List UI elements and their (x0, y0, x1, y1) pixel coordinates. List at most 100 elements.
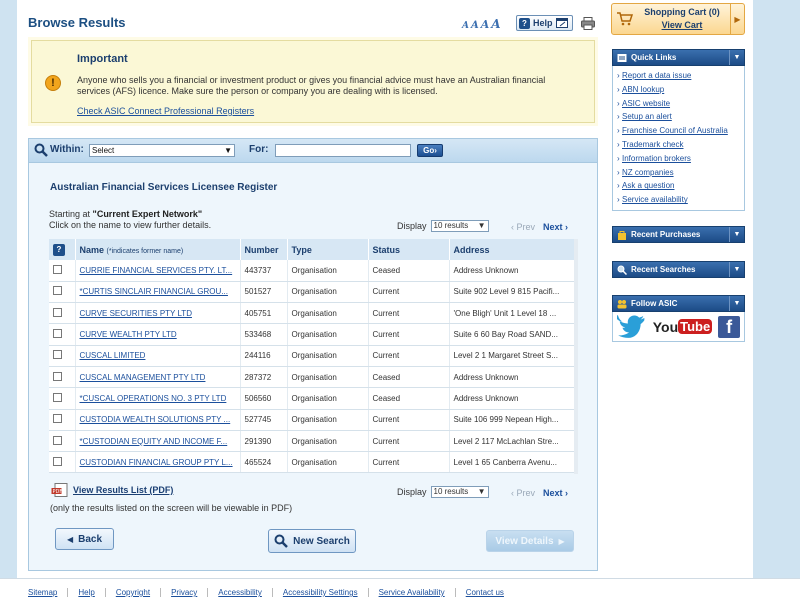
twitter-icon[interactable] (617, 314, 647, 339)
footer-link[interactable]: Accessibility (207, 588, 272, 597)
text-size-small[interactable]: A (462, 21, 469, 31)
recent-purchases-header[interactable]: Recent Purchases ▼ (612, 226, 745, 243)
licensee-name-link[interactable]: CUSCAL LIMITED (80, 351, 146, 360)
next-link[interactable]: Next › (543, 488, 568, 498)
column-type[interactable]: Type (287, 239, 369, 260)
row-checkbox[interactable] (53, 456, 62, 466)
view-details-button[interactable]: View Details ▶ (486, 530, 574, 552)
quick-link-item[interactable]: Setup an alert (617, 110, 740, 124)
quick-links-list: Report a data issueABN lookupASIC websit… (612, 66, 745, 211)
table-row[interactable]: CUSTODIAN FINANCIAL GROUP PTY L... 465524… (49, 451, 575, 474)
footer: Sitemap Help Copyright Privacy Accessibility… (0, 578, 800, 599)
table-row[interactable]: *CUSCAL OPERATIONS NO. 3 PTY LTD 506560 Or… (49, 387, 575, 410)
view-results-pdf-link[interactable]: View Results List (PDF) (73, 485, 173, 495)
quick-link-item[interactable]: Information brokers (617, 152, 740, 166)
footer-link[interactable]: Sitemap (28, 588, 67, 597)
row-checkbox[interactable] (53, 414, 62, 424)
search-input[interactable] (275, 144, 411, 157)
footer-link[interactable]: Privacy (160, 588, 207, 597)
recent-searches-header[interactable]: Recent Searches ▼ (612, 261, 745, 278)
print-icon[interactable] (581, 17, 595, 30)
licensee-name-link[interactable]: *CUSCAL OPERATIONS NO. 3 PTY LTD (80, 394, 227, 403)
licensee-name-link[interactable]: CURVE WEALTH PTY LTD (80, 330, 177, 339)
table-row[interactable]: *CURTIS SINCLAIR FINANCIAL GROU... 501527… (49, 281, 575, 304)
licensee-name-link[interactable]: CURRIE FINANCIAL SERVICES PTY. LT... (80, 266, 233, 275)
quick-link-item[interactable]: Report a data issue (617, 69, 740, 83)
row-checkbox[interactable] (53, 264, 62, 274)
table-row[interactable]: CURVE WEALTH PTY LTD 533468 Organisation Cu… (49, 323, 575, 346)
row-checkbox[interactable] (53, 435, 62, 445)
follow-asic-header[interactable]: Follow ASIC ▼ (612, 295, 745, 312)
facebook-icon[interactable]: f (718, 315, 740, 338)
footer-link[interactable]: Contact us (454, 588, 514, 597)
licensee-name-link[interactable]: *CURTIS SINCLAIR FINANCIAL GROU... (80, 287, 228, 296)
quick-link-item[interactable]: NZ companies (617, 166, 740, 180)
footer-link[interactable]: Service Availability (367, 588, 455, 597)
go-button[interactable]: Go › (417, 144, 443, 157)
display-select-bottom[interactable]: 10 results ▼ (430, 486, 489, 498)
text-size-large[interactable]: A (481, 18, 490, 31)
quick-link-item[interactable]: Service availability (617, 193, 740, 207)
footer-link[interactable]: Help (67, 588, 104, 597)
chevron-down-icon: ▼ (224, 146, 232, 155)
starting-value: "Current Expert Network" (92, 209, 203, 219)
within-select[interactable]: Select ▼ (89, 144, 235, 157)
chevron-right-icon: ▶ (730, 4, 744, 34)
back-button[interactable]: ◀ Back (55, 528, 114, 550)
table-row[interactable]: CUSCAL LIMITED 244116 Organisation Current L… (49, 345, 575, 367)
row-checkbox[interactable] (53, 350, 62, 360)
table-row[interactable]: CURVE SECURITIES PTY LTD 405751 Organisati… (49, 302, 575, 325)
row-checkbox[interactable] (53, 286, 62, 296)
row-checkbox[interactable] (53, 329, 62, 339)
licensee-name-link[interactable]: CUSTODIAN FINANCIAL GROUP PTY L... (80, 458, 233, 467)
table-row[interactable]: *CUSTODIAN EQUITY AND INCOME F... 291390 O… (49, 430, 575, 453)
display-select-top[interactable]: 10 results ▼ (430, 220, 489, 232)
pdf-row: PDF View Results List (PDF) (51, 483, 173, 497)
licensee-number: 405751 (240, 302, 288, 325)
licensee-status: Ceased (368, 260, 450, 282)
column-name[interactable]: Name (*indicates former name) (75, 239, 241, 260)
quick-link-item[interactable]: Franchise Council of Australia (617, 124, 740, 138)
help-icon[interactable]: ? (53, 243, 65, 256)
licensee-type: Organisation (287, 323, 369, 346)
licensee-address: Level 1 65 Canberra Avenu... (449, 451, 575, 474)
column-number[interactable]: Number (240, 239, 288, 260)
licensee-number: 533468 (240, 323, 288, 346)
cart-label: Shopping Cart (0) (644, 7, 720, 17)
quick-link-item[interactable]: ABN lookup (617, 83, 740, 97)
quick-link-item[interactable]: ASIC website (617, 97, 740, 111)
asic-registers-link[interactable]: Check ASIC Connect Professional Register… (77, 106, 254, 116)
table-row[interactable]: CURRIE FINANCIAL SERVICES PTY. LT... 4437… (49, 260, 575, 282)
row-checkbox[interactable] (53, 307, 62, 317)
table-scrollbar[interactable] (574, 239, 578, 474)
new-search-button[interactable]: New Search (268, 529, 356, 553)
youtube-icon[interactable]: You Tube (653, 319, 713, 335)
table-row[interactable]: CUSTODIA WEALTH SOLUTIONS PTY ... 527745 O… (49, 409, 575, 431)
next-link[interactable]: Next › (543, 222, 568, 232)
help-icon: ? (519, 17, 530, 29)
important-notice: ! Important Anyone who sells you a finan… (31, 40, 595, 123)
pager-bottom: ‹ Prev Next › (511, 488, 568, 498)
licensee-name-link[interactable]: CUSTODIA WEALTH SOLUTIONS PTY ... (80, 415, 231, 424)
column-status[interactable]: Status (368, 239, 450, 260)
text-size-medium[interactable]: A (471, 20, 479, 31)
quick-link-item[interactable]: Ask a question (617, 179, 740, 193)
row-checkbox[interactable] (53, 371, 62, 381)
row-checkbox[interactable] (53, 392, 62, 402)
quick-links-header[interactable]: Quick Links ▼ (612, 49, 745, 66)
licensee-name-link[interactable]: *CUSTODIAN EQUITY AND INCOME F... (80, 437, 228, 446)
table-row[interactable]: CUSCAL MANAGEMENT PTY LTD 287372 Organisat… (49, 366, 575, 389)
licensee-address: 'One Bligh' Unit 1 Level 18 ... (449, 302, 575, 325)
footer-link[interactable]: Accessibility Settings (271, 588, 368, 597)
licensee-name-link[interactable]: CUSCAL MANAGEMENT PTY LTD (80, 373, 206, 382)
quick-link-item[interactable]: Trademark check (617, 138, 740, 152)
view-cart-link[interactable]: View Cart (642, 20, 722, 30)
column-address[interactable]: Address (449, 239, 575, 260)
follow-asic-widget: Follow ASIC ▼ You Tube f (612, 295, 745, 342)
footer-link[interactable]: Copyright (104, 588, 160, 597)
text-size-xlarge[interactable]: A (491, 17, 500, 31)
shopping-cart[interactable]: Shopping Cart (0) View Cart ▶ (611, 3, 745, 35)
help-button[interactable]: ? Help (516, 15, 573, 31)
licensee-status: Current (368, 302, 450, 325)
licensee-name-link[interactable]: CURVE SECURITIES PTY LTD (80, 309, 192, 318)
